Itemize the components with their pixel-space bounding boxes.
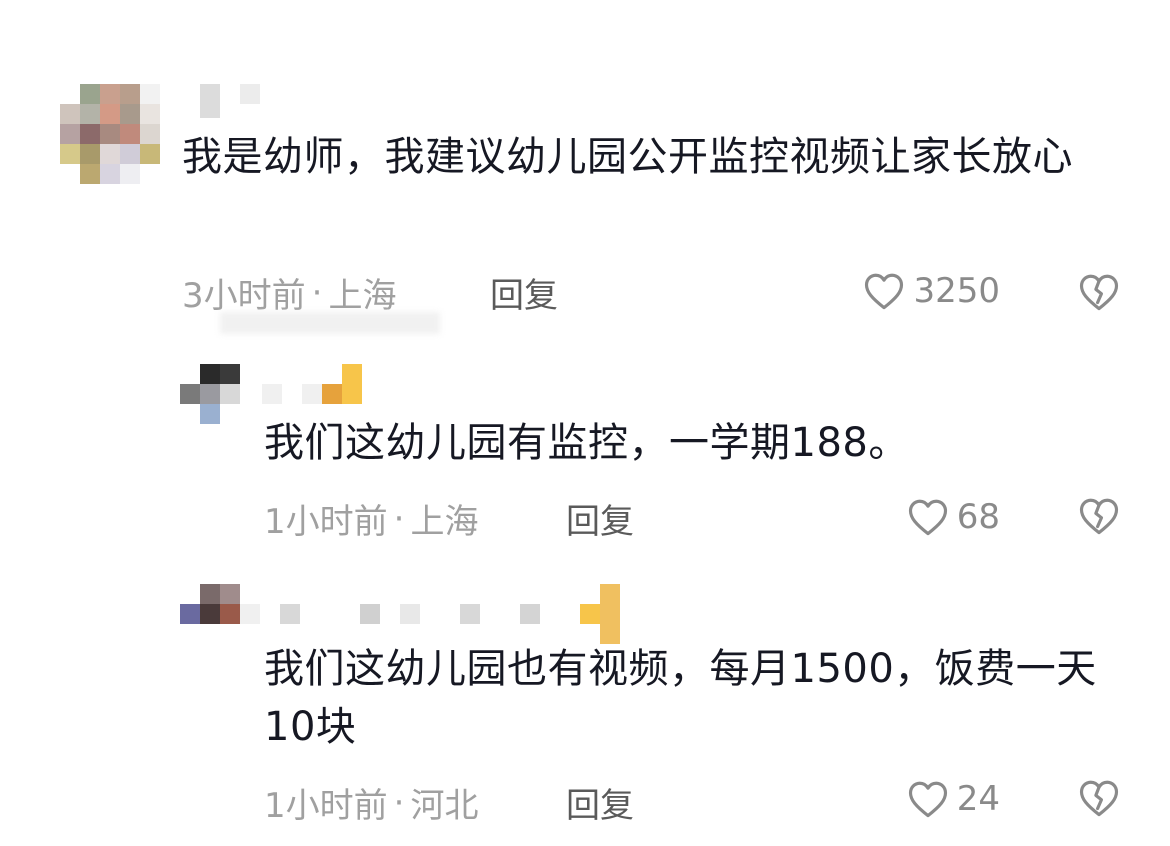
- meta-separator: ·: [311, 272, 323, 313]
- comment-location: 河北: [410, 786, 479, 826]
- heart-outline-icon: [865, 273, 904, 310]
- like-button[interactable]: 3250: [830, 268, 1000, 314]
- username-blurred[interactable]: [200, 84, 260, 118]
- reply-button[interactable]: 回复: [566, 778, 634, 827]
- meta-separator: ·: [393, 498, 405, 539]
- avatar[interactable]: [180, 584, 240, 624]
- username-blurred[interactable]: [240, 584, 620, 644]
- comment-meta: 1小时前 · 河北: [264, 778, 478, 827]
- like-count: 24: [956, 779, 1000, 819]
- comment-time: 1小时前: [264, 786, 388, 826]
- comment-meta: 1小时前 · 上海: [264, 494, 478, 543]
- comment-meta: 3小时前 · 上海: [182, 268, 396, 317]
- blurred-artifact: [220, 312, 440, 334]
- heart-outline-icon: [908, 781, 947, 818]
- comment-text: 我们这幼儿园有监控，一学期188。: [264, 420, 909, 466]
- reply-button[interactable]: 回复: [566, 494, 634, 543]
- comment-location: 上海: [328, 276, 397, 316]
- meta-separator: ·: [393, 782, 405, 823]
- like-button[interactable]: 68: [860, 494, 1000, 540]
- like-button[interactable]: 24: [860, 776, 1000, 822]
- broken-heart-icon[interactable]: [1078, 778, 1120, 818]
- like-count: 3250: [913, 271, 1000, 311]
- heart-outline-icon: [908, 499, 947, 536]
- comment-time: 3小时前: [182, 276, 306, 316]
- avatar[interactable]: [180, 364, 240, 424]
- comment-time: 1小时前: [264, 502, 388, 542]
- comment-text: 我们这幼儿园也有视频，每月1500，饭费一天10块: [264, 646, 1097, 750]
- comment-location: 上海: [410, 502, 479, 542]
- broken-heart-icon[interactable]: [1078, 272, 1120, 312]
- comment-text: 我是幼师，我建议幼儿园公开监控视频让家长放心: [182, 134, 1073, 180]
- like-count: 68: [956, 497, 1000, 537]
- reply-button[interactable]: 回复: [490, 268, 558, 317]
- username-blurred[interactable]: [262, 364, 362, 404]
- broken-heart-icon[interactable]: [1078, 496, 1120, 536]
- avatar[interactable]: [60, 84, 160, 184]
